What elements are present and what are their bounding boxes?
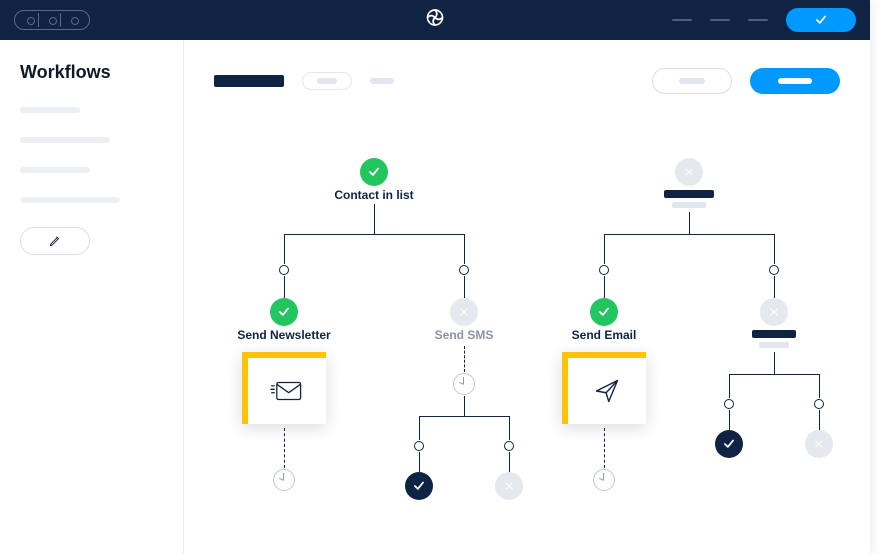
connector-dot [504,441,514,451]
connector [509,416,510,440]
topbar-stepper[interactable] [14,10,90,30]
topbar [0,0,870,40]
connector [284,234,464,235]
connector-dot [814,399,824,409]
pencil-icon [48,234,62,248]
connector [419,416,420,440]
connector [604,234,774,235]
check-icon [277,305,291,319]
clock-icon [593,469,615,491]
action-card-newsletter[interactable] [242,352,326,424]
connector [284,428,285,468]
connector [819,374,820,398]
node-label-placeholder [664,190,714,198]
connector [689,212,690,234]
connector [419,416,509,417]
connector-dot [279,265,289,275]
node-label: Send SMS [435,328,494,342]
connector [774,276,775,298]
connector [464,346,465,372]
connector [374,204,375,234]
topbar-link[interactable] [672,19,692,21]
node-label: Contact in list [334,188,413,202]
tab-item[interactable] [302,72,352,90]
action-card-email[interactable] [562,352,646,424]
close-icon [503,480,515,492]
node-label-placeholder [752,330,796,338]
sidebar-title: Workflows [20,62,163,83]
close-icon [813,438,825,450]
connector-dot [724,399,734,409]
topbar-link[interactable] [710,19,730,21]
stepper-dot [21,13,39,27]
connector [604,276,605,298]
node-status-muted[interactable] [805,430,833,458]
stepper-dot [43,13,61,27]
connector [819,410,820,430]
secondary-button[interactable] [652,68,732,94]
node-sub-placeholder [672,202,706,208]
close-icon [458,306,470,318]
node-status-complete[interactable] [405,472,433,500]
sidebar-item[interactable] [20,167,90,173]
node-status-complete[interactable] [715,430,743,458]
envelope-icon [270,379,304,403]
check-icon [367,165,381,179]
brand-logo [425,8,445,33]
check-icon [597,305,611,319]
connector-dot [459,265,469,275]
stepper-dot [65,13,83,27]
connector [464,234,465,264]
connector-dot [414,441,424,451]
connector [774,234,775,264]
connector [729,374,819,375]
confirm-button[interactable] [786,8,856,32]
connector-dot [599,265,609,275]
close-icon [768,306,780,318]
check-icon [722,437,736,451]
node-status-muted[interactable] [450,298,478,326]
spiral-logo-icon [425,8,445,28]
node-status-success[interactable] [590,298,618,326]
check-icon [412,479,426,493]
node-label: Send Email [572,328,637,342]
check-icon [814,13,828,27]
workflow-canvas[interactable]: Contact in list Send Newsletter [184,102,870,554]
close-icon [683,166,695,178]
node-status-muted[interactable] [760,298,788,326]
connector-dot [769,265,779,275]
topbar-link[interactable] [748,19,768,21]
connector [419,452,420,472]
tabs-row [184,40,870,102]
node-status-muted[interactable] [495,472,523,500]
topbar-actions [672,8,856,32]
tab-active[interactable] [214,75,284,87]
connector [509,452,510,472]
connector [464,396,465,416]
clock-icon [453,373,475,395]
edit-button[interactable] [20,227,90,255]
node-status-success[interactable] [270,298,298,326]
paper-plane-icon [593,377,621,405]
node-label: Send Newsletter [237,328,330,342]
sidebar-item[interactable] [20,197,120,203]
tab-item[interactable] [370,78,394,84]
node-sub-placeholder [759,342,789,348]
connector [729,374,730,398]
connector [729,410,730,430]
primary-button[interactable] [750,68,840,94]
connector [284,276,285,298]
connector [604,234,605,264]
node-status-success[interactable] [360,158,388,186]
node-status-muted[interactable] [675,158,703,186]
sidebar-item[interactable] [20,137,110,143]
connector [464,276,465,298]
sidebar-item[interactable] [20,107,80,113]
connector [284,234,285,264]
connector [774,352,775,374]
clock-icon [273,469,295,491]
connector [604,428,605,468]
sidebar: Workflows [0,40,184,554]
main-area: Contact in list Send Newsletter [184,40,870,554]
